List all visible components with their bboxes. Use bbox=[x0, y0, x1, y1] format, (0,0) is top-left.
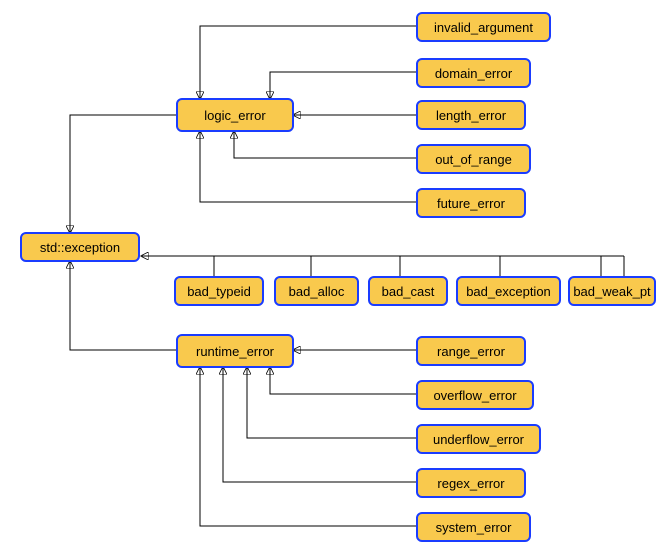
edge-underflow_error bbox=[247, 368, 416, 438]
node-overflow-error: overflow_error bbox=[416, 380, 534, 410]
edge-domain_error bbox=[270, 72, 416, 98]
edge-system_error bbox=[200, 368, 416, 526]
node-length-error: length_error bbox=[416, 100, 526, 130]
node-range-error: range_error bbox=[416, 336, 526, 366]
edge-out_of_range bbox=[234, 132, 416, 158]
edge-runtime-to-exception bbox=[70, 262, 176, 350]
node-bad-exception: bad_exception bbox=[456, 276, 561, 306]
node-future-error: future_error bbox=[416, 188, 526, 218]
exception-hierarchy-diagram: std::exception logic_error runtime_error… bbox=[0, 0, 661, 552]
node-out-of-range: out_of_range bbox=[416, 144, 531, 174]
node-bad-alloc: bad_alloc bbox=[274, 276, 359, 306]
edge-regex_error bbox=[223, 368, 416, 482]
node-runtime-error: runtime_error bbox=[176, 334, 294, 368]
edge-invalid_argument bbox=[200, 26, 416, 98]
node-bad-typeid: bad_typeid bbox=[174, 276, 264, 306]
node-logic-error: logic_error bbox=[176, 98, 294, 132]
node-system-error: system_error bbox=[416, 512, 531, 542]
node-domain-error: domain_error bbox=[416, 58, 531, 88]
node-bad-weak-pt: bad_weak_pt bbox=[568, 276, 656, 306]
edge-future_error bbox=[200, 132, 416, 202]
node-bad-cast: bad_cast bbox=[368, 276, 448, 306]
edge-logic-to-exception bbox=[70, 115, 176, 232]
node-std-exception: std::exception bbox=[20, 232, 140, 262]
node-regex-error: regex_error bbox=[416, 468, 526, 498]
node-underflow-error: underflow_error bbox=[416, 424, 541, 454]
node-invalid-argument: invalid_argument bbox=[416, 12, 551, 42]
edge-overflow_error bbox=[270, 368, 416, 394]
